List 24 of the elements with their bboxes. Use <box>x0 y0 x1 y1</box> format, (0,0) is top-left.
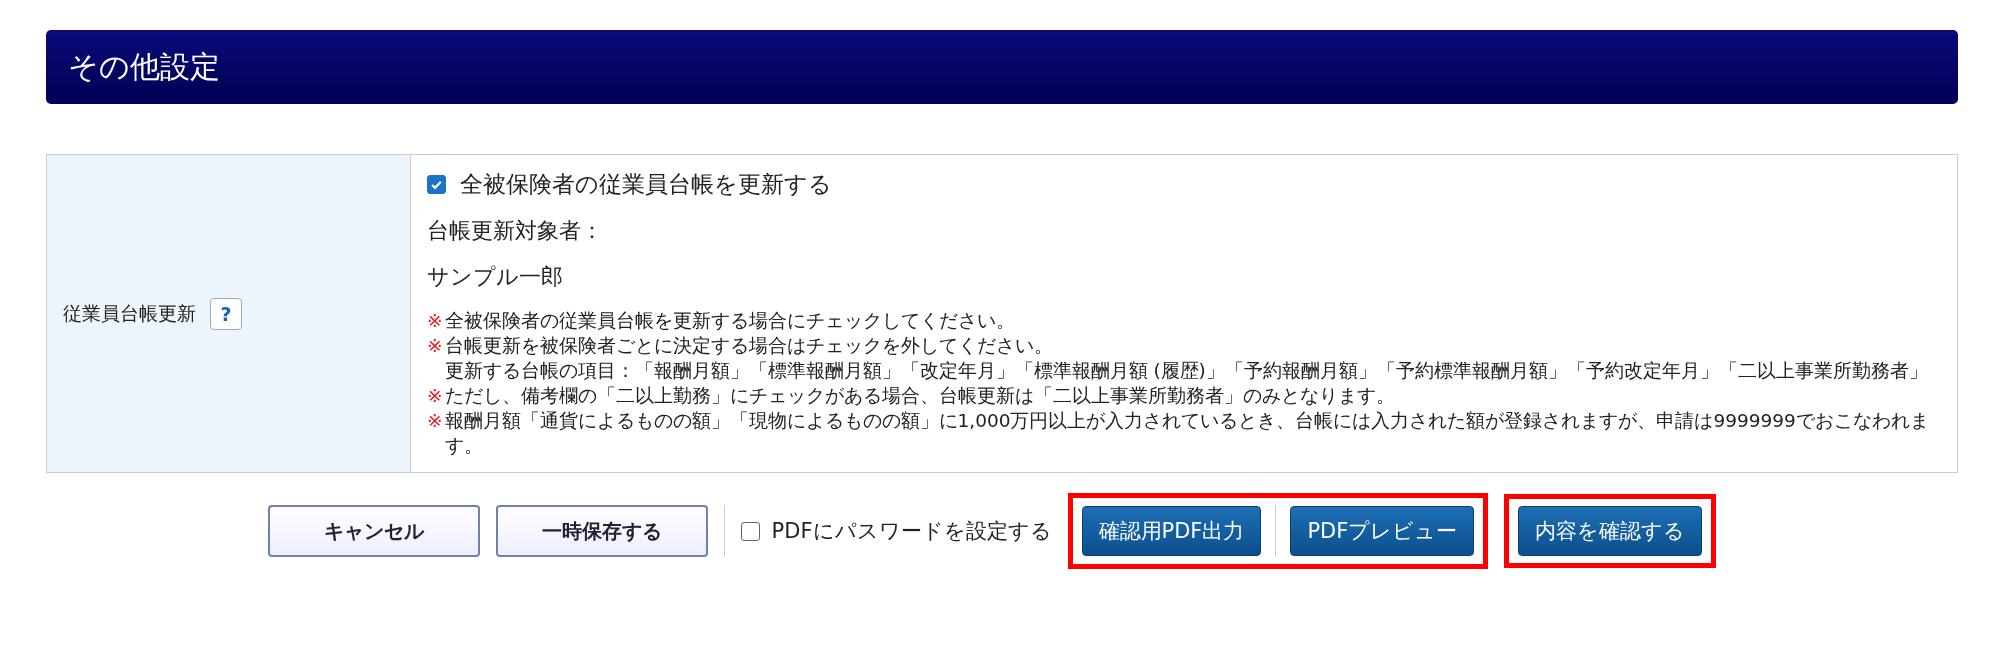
target-label: 台帳更新対象者： <box>427 217 604 245</box>
setting-label: 従業員台帳更新 <box>63 300 196 326</box>
action-button[interactable]: 確認用PDF出力 <box>1081 506 1262 556</box>
password-checkbox[interactable] <box>740 521 760 541</box>
note-mark: ※ <box>427 384 443 408</box>
note-text: ただし、備考欄の「二以上勤務」にチェックがある場合、台帳更新は「二以上事業所勤務者」のみとなります。 <box>444 384 1395 408</box>
update-checkbox[interactable] <box>427 175 446 194</box>
target-name: サンプル一郎 <box>427 263 564 291</box>
action-button[interactable]: 内容を確認する <box>1518 506 1703 556</box>
help-button[interactable]: ? <box>210 297 242 330</box>
note-text: 更新する台帳の項目：「報酬月額」「標準報酬月額」「改定年月」「標準報酬月額 (履歴)」「予約報酬月額」「予約標準報酬月額」「予約改定年月」「二以上事業所勤務者」 <box>444 359 1928 383</box>
note-mark: ※ <box>427 309 443 333</box>
action-button[interactable]: PDFプレビュー <box>1290 506 1475 556</box>
note-mark: ※ <box>427 409 443 433</box>
action-button[interactable]: 一時保存する <box>495 505 708 557</box>
checkbox-label: 全被保険者の従業員台帳を更新する <box>460 170 832 199</box>
check-icon <box>430 178 443 191</box>
action-button[interactable]: キャンセル <box>267 505 480 557</box>
section-title: その他設定 <box>68 47 220 86</box>
note-text: 報酬月額「通貨によるものの額」「現物によるものの額」に1,000万円以上が入力されているとき、台帳には入力された額が登録されますが、申請は9999999でおこなわれます。 <box>444 409 1930 458</box>
note-text: 全被保険者の従業員台帳を更新する場合にチェックしてください。 <box>444 309 1015 333</box>
note-text: 台帳更新を被保険者ごとに決定する場合はチェックを外してください。 <box>444 334 1054 358</box>
note-mark: ※ <box>427 334 443 358</box>
checkbox-label: PDFにパスワードを設定する <box>771 518 1052 545</box>
